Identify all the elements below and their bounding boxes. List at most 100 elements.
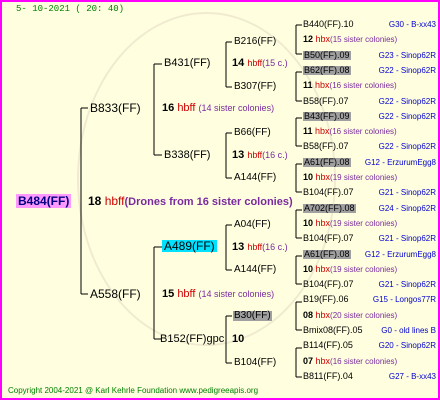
g4-origin: G22 - Sinop62R <box>378 112 436 121</box>
g4-hb: hbx <box>315 356 331 366</box>
g4-drone-info: 11 hbx(16 sister colonies) <box>303 81 397 90</box>
g4-origin: G21 - Sinop62R <box>378 234 436 243</box>
g2-queen[interactable]: B431(FF) <box>164 58 210 69</box>
g4-queen[interactable]: B114(FF).05 <box>303 341 353 350</box>
g4-note: (19 sister colonies) <box>330 265 398 274</box>
g4-queen[interactable]: B104(FF).07 <box>303 280 354 289</box>
g4-num: 12 <box>303 34 314 44</box>
g2-drone-info: 13 hbff(16 c.) <box>232 150 288 161</box>
g4-queen[interactable]: B58(FF).07 <box>303 142 349 151</box>
g4-origin: G12 - ErzurumEgg8 <box>364 158 436 167</box>
g1-drone-info: 16 hbff (14 sister colonies) <box>162 103 274 114</box>
g3-queen[interactable]: A04(FF) <box>234 220 271 230</box>
g4-drone-info: 12 hbx(15 sister colonies) <box>303 35 397 44</box>
g4-hb: hbx <box>315 126 330 136</box>
g2-queen[interactable]: B338(FF) <box>164 150 210 161</box>
g2-drone-info: 13 hbff(16 c.) <box>232 242 288 253</box>
g3-queen[interactable]: B66(FF) <box>234 128 271 138</box>
g4-note: (16 sister colonies) <box>329 127 397 136</box>
g4-queen[interactable]: B104(FF).07 <box>303 234 354 243</box>
g2-hb: hbff <box>247 242 263 252</box>
root-num: 18 <box>88 194 102 208</box>
g2-queen-highlighted[interactable]: A489(FF) <box>162 240 217 252</box>
g1-num: 15 <box>162 288 175 300</box>
g2-note: (15 c.) <box>262 58 288 68</box>
g2-drone-info: 10 <box>232 334 244 345</box>
g4-num: 11 <box>303 80 313 90</box>
g2-drone-info: 14 hbff(15 c.) <box>232 58 288 69</box>
g1-hb: hbff <box>177 288 196 300</box>
g4-origin: G22 - Sinop62R <box>378 66 436 75</box>
g4-queen[interactable]: B19(FF).06 <box>303 295 349 304</box>
g4-queen[interactable]: B811(FF).04 <box>303 372 353 381</box>
g4-hb: hbx <box>315 310 331 320</box>
g4-origin: G22 - Sinop62R <box>378 142 436 151</box>
g4-hb: hbx <box>315 34 331 44</box>
pedigree-chart: 5- 10-2021 ( 20: 40) B484(FF) 18 hbff(Dr… <box>0 0 440 400</box>
g4-queen[interactable]: A61(FF).08 <box>303 158 351 167</box>
g4-origin: G21 - Sinop62R <box>378 188 436 197</box>
g4-origin: G24 - Sinop62R <box>378 204 436 213</box>
root-drone-info: 18 hbff(Drones from 16 sister colonies) <box>88 195 293 208</box>
g3-queen[interactable]: A144(FF) <box>234 265 276 275</box>
g4-queen[interactable]: B58(FF).07 <box>303 97 349 106</box>
g2-hb: hbff <box>247 150 263 160</box>
g4-origin: G20 - Sinop62R <box>378 341 436 350</box>
copyright-footer: Copyright 2004-2021 @ Karl Kehrle Founda… <box>8 386 259 395</box>
g4-num: 08 <box>303 310 314 320</box>
g3-queen[interactable]: B307(FF) <box>234 82 276 92</box>
g4-note: (16 sister colonies) <box>330 357 398 366</box>
g4-drone-info: 10 hbx(19 sister colonies) <box>303 265 397 274</box>
g4-num: 10 <box>303 264 314 274</box>
g1-hb: hbff <box>177 102 196 114</box>
g4-drone-info: 08 hbx(20 sister colonies) <box>303 311 397 320</box>
g4-hb: hbx <box>315 172 331 182</box>
g1-queen[interactable]: A558(FF) <box>90 288 141 300</box>
g4-origin: G30 - B-xx43 <box>388 20 436 29</box>
g4-num: 10 <box>303 218 314 228</box>
g4-queen[interactable]: A702(FF).08 <box>303 204 356 213</box>
g4-queen[interactable]: B43(FF).09 <box>303 112 351 121</box>
g2-hb: hbff <box>247 58 263 68</box>
g4-note: (15 sister colonies) <box>330 35 398 44</box>
g1-queen[interactable]: B833(FF) <box>90 102 141 114</box>
g4-queen[interactable]: B440(FF).10 <box>303 20 354 29</box>
g4-origin: G23 - Sinop62R <box>378 51 436 60</box>
g4-num: 10 <box>303 172 314 182</box>
g4-origin: G12 - ErzurumEgg8 <box>364 250 436 259</box>
g4-origin: G27 - B-xx43 <box>388 372 436 381</box>
g4-origin: G0 - old lines B <box>381 326 436 335</box>
g4-origin: G22 - Sinop62R <box>378 97 436 106</box>
g4-drone-info: 07 hbx(16 sister colonies) <box>303 357 397 366</box>
g3-queen[interactable]: B104(FF) <box>234 358 276 368</box>
g4-origin: G21 - Sinop62R <box>378 280 436 289</box>
g4-queen[interactable]: B104(FF).07 <box>303 188 354 197</box>
g4-hb: hbx <box>315 264 331 274</box>
g4-num: 11 <box>303 126 313 136</box>
g2-note: (16 c.) <box>262 242 288 252</box>
date-stamp: 5- 10-2021 ( 20: 40) <box>16 4 125 14</box>
g2-queen[interactable]: B152(FF)gpc <box>160 334 224 345</box>
g1-note: (14 sister colonies) <box>198 289 275 299</box>
g4-num: 07 <box>303 356 314 366</box>
g1-num: 16 <box>162 102 175 114</box>
g2-num: 13 <box>232 149 245 161</box>
g4-queen[interactable]: B50(FF).09 <box>303 51 351 60</box>
g4-drone-info: 10 hbx(19 sister colonies) <box>303 219 397 228</box>
g4-note: (20 sister colonies) <box>330 311 398 320</box>
g4-drone-info: 11 hbx(16 sister colonies) <box>303 127 397 136</box>
g4-queen[interactable]: B62(FF).08 <box>303 66 351 75</box>
g4-drone-info: 10 hbx(19 sister colonies) <box>303 173 397 182</box>
root-hb: hbff <box>104 194 125 208</box>
g2-num: 14 <box>232 57 245 69</box>
g4-hb: hbx <box>315 80 330 90</box>
g3-queen[interactable]: A144(FF) <box>234 173 276 183</box>
g3-queen-highlighted[interactable]: B30(FF) <box>233 311 272 321</box>
g4-hb: hbx <box>315 218 331 228</box>
g2-note: (16 c.) <box>262 150 288 160</box>
root-note: (Drones from 16 sister colonies) <box>124 196 293 208</box>
g4-queen[interactable]: A61(FF).08 <box>303 250 351 259</box>
g3-queen[interactable]: B216(FF) <box>234 37 276 47</box>
g4-queen[interactable]: Bmix08(FF).05 <box>303 326 363 335</box>
root-queen[interactable]: B484(FF) <box>16 194 72 208</box>
